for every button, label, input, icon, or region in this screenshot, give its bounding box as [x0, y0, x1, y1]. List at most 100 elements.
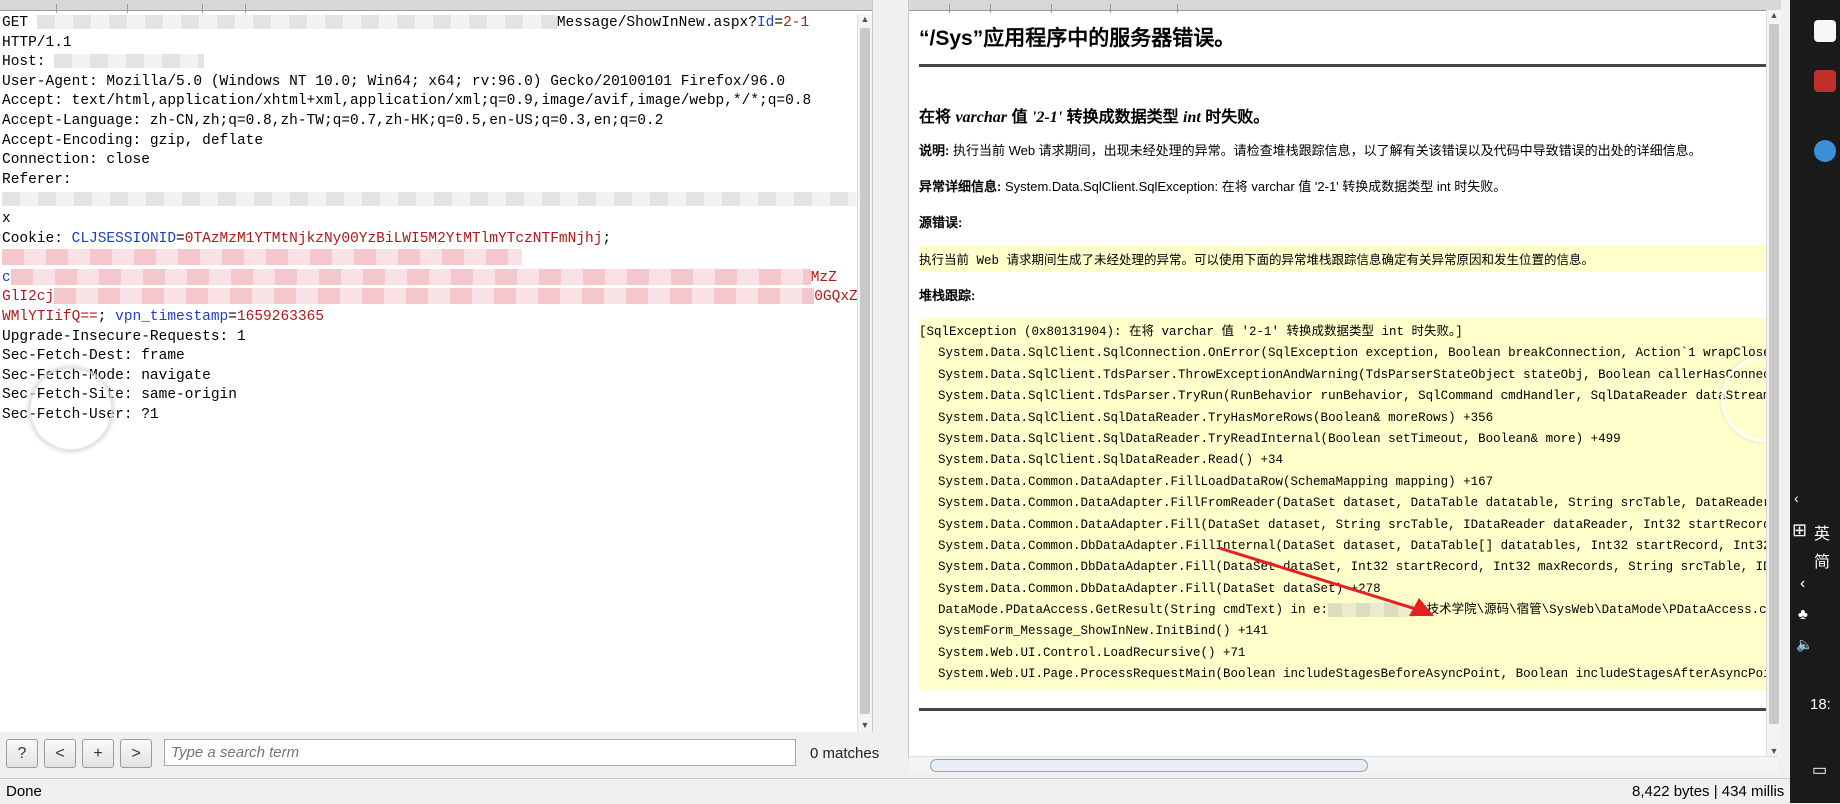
param-value: 0TAzMzM1YTMtNjkzNy00YzBiLWI5M2YtMTlmYTcz…: [184, 230, 603, 247]
search-bar: ? < + > 0 matches: [0, 736, 890, 774]
request-text: Message/ShowInNew.aspx?: [556, 15, 757, 31]
stack-trace-text: System.Data.Common.DataAdapter.FillLoadD…: [938, 474, 1494, 489]
ime-mode[interactable]: 简: [1814, 548, 1830, 572]
stack-trace-text: System.Web.UI.Page.ProcessRequestMain(Bo…: [938, 667, 1772, 682]
request-line[interactable]: GET Message/ShowInNew.aspx?Id=2-1: [2, 14, 862, 34]
request-text: Accept: text/html,application/xhtml+xml,…: [2, 93, 812, 110]
overlay-circle-decoration: [28, 366, 114, 452]
search-add-button[interactable]: +: [82, 739, 114, 768]
request-line[interactable]: WMlYTIifQ==; vpn_timestamp=1659263365: [2, 308, 862, 328]
request-scroll-thumb[interactable]: [860, 28, 870, 714]
request-line[interactable]: Accept-Language: zh-CN,zh;q=0.8,zh-TW;q=…: [2, 112, 862, 132]
scroll-down-arrow-icon[interactable]: ▼: [1767, 746, 1781, 756]
request-line[interactable]: Host:: [2, 53, 862, 73]
request-text: =: [176, 230, 185, 247]
request-line[interactable]: GlI2cj 0GQxZ: [2, 288, 862, 308]
exception-details-line: 异常详细信息: System.Data.SqlClient.SqlExcepti…: [919, 179, 1507, 194]
request-text: Sec-Fetch-Mode: navigate: [2, 367, 211, 384]
page-title: “/Sys”应用程序中的服务器错误。: [919, 27, 1236, 50]
request-line[interactable]: Upgrade-Insecure-Requests: 1: [2, 328, 862, 348]
app-icon-blue[interactable]: [1814, 140, 1836, 162]
response-size-and-time: 8,422 bytes | 434 millis: [1632, 783, 1785, 800]
request-panel: GET Message/ShowInNew.aspx?Id=2-1 HTTP/1.…: [0, 0, 873, 732]
stack-trace-line: System.Data.Common.DataAdapter.Fill(Data…: [919, 515, 1772, 536]
request-line[interactable]: Sec-Fetch-Dest: frame: [2, 347, 862, 367]
response-tab-strip[interactable]: [909, 0, 1781, 13]
request-tab-strip[interactable]: [0, 0, 872, 13]
source-error-label: 源错误:: [919, 215, 963, 230]
stack-trace-text: System.Data.SqlClient.SqlDataReader.Read…: [938, 453, 1284, 468]
stack-trace-text: [SqlException (0x80131904): 在将 varchar 值…: [919, 325, 1463, 339]
stack-trace-line: System.Data.SqlClient.SqlDataReader.TryR…: [919, 429, 1772, 450]
notification-icon[interactable]: ▭: [1812, 760, 1827, 780]
request-text: ;: [97, 308, 116, 325]
stack-trace-box: [SqlException (0x80131904): 在将 varchar 值…: [919, 318, 1772, 690]
redacted-cookie-value: [2, 249, 522, 266]
request-line[interactable]: Accept-Encoding: gzip, deflate: [2, 132, 862, 152]
qq-icon[interactable]: ♣: [1798, 606, 1808, 623]
param-value: MzZ: [810, 269, 837, 286]
request-vertical-scrollbar[interactable]: ▲ ▼: [857, 14, 872, 732]
source-error-box: 执行当前 Web 请求期间生成了未经处理的异常。可以使用下面的异常堆栈跟踪信息确…: [919, 245, 1772, 272]
request-text: Host:: [2, 54, 55, 71]
app-icon[interactable]: [1814, 20, 1836, 42]
ime-grid-icon[interactable]: ⊞: [1792, 520, 1807, 541]
stack-trace-label: 堆栈跟踪:: [919, 288, 976, 303]
request-line[interactable]: HTTP/1.1: [2, 34, 862, 54]
param-name: CL: [71, 230, 90, 247]
response-vertical-scrollbar[interactable]: ▲ ▼: [1766, 10, 1781, 758]
back-chevron-icon[interactable]: ‹: [1800, 575, 1805, 593]
stack-trace-line: System.Data.SqlClient.SqlDataReader.Read…: [919, 450, 1772, 471]
request-line[interactable]: Cookie: CLJSESSIONID=0TAzMzM1YTMtNjkzNy0…: [2, 230, 862, 250]
request-line[interactable]: Connection: close: [2, 151, 862, 171]
stack-trace-line: System.Data.SqlClient.TdsParser.ThrowExc…: [919, 365, 1772, 386]
request-text: HTTP/1.1: [2, 34, 72, 51]
stack-trace-line: System.Data.Common.DataAdapter.FillFromR…: [919, 493, 1772, 514]
stack-trace-line: System.Web.UI.Control.LoadRecursive() +7…: [919, 643, 1772, 664]
search-input[interactable]: [164, 739, 796, 766]
request-line[interactable]: Referer:: [2, 171, 862, 191]
stack-trace-line: System.Data.Common.DataAdapter.FillLoadD…: [919, 472, 1772, 493]
search-match-count: 0 matches: [810, 745, 880, 762]
stack-trace-text: System.Data.Common.DataAdapter.Fill(Data…: [938, 517, 1772, 532]
tray-expand-icon[interactable]: ‹: [1794, 490, 1799, 506]
request-text: x: [2, 210, 11, 227]
ime-language[interactable]: 英: [1814, 520, 1830, 544]
red-arrow-annotation: [1218, 546, 1434, 616]
status-bar: Done 8,422 bytes | 434 millis: [0, 778, 1800, 804]
status-text: Done: [6, 783, 42, 800]
scroll-down-arrow-icon[interactable]: ▼: [858, 720, 872, 730]
request-text: =: [228, 308, 237, 325]
search-previous-button[interactable]: <: [44, 739, 76, 768]
horizontal-scroll-thumb[interactable]: [930, 759, 1368, 772]
windows-taskbar: ‹ ⊞ 英 简 ‹ ♣ 🔈 18: ▭: [1790, 0, 1840, 803]
search-next-button[interactable]: >: [120, 739, 152, 768]
scroll-up-arrow-icon[interactable]: ▲: [1767, 10, 1781, 20]
request-text: Accept-Language: zh-CN,zh;q=0.8,zh-TW;q=…: [2, 112, 664, 129]
clock: 18:: [1810, 696, 1831, 713]
request-line[interactable]: x: [2, 210, 862, 230]
response-horizontal-scrollbar[interactable]: [910, 756, 1778, 773]
volume-icon[interactable]: 🔈: [1796, 636, 1813, 653]
request-line[interactable]: Accept: text/html,application/xhtml+xml,…: [2, 92, 862, 112]
redacted-cookie-value: [10, 268, 811, 285]
request-line[interactable]: [2, 249, 862, 269]
arrow-shaft: [1218, 546, 1420, 612]
request-line[interactable]: c MzZ: [2, 268, 862, 289]
app-icon-red[interactable]: [1814, 70, 1836, 92]
request-line[interactable]: Sec-Fetch-Site: same-origin: [2, 386, 862, 406]
request-line[interactable]: Sec-Fetch-User: ?1: [2, 406, 862, 426]
param-value: 2-1: [783, 15, 810, 31]
redacted-text: [36, 15, 557, 30]
response-scroll-thumb[interactable]: [1769, 24, 1779, 724]
request-text: Cookie:: [2, 230, 72, 247]
request-line[interactable]: Sec-Fetch-Mode: navigate: [2, 367, 862, 387]
request-line[interactable]: [2, 190, 862, 210]
scroll-up-arrow-icon[interactable]: ▲: [858, 14, 872, 24]
request-text-editor[interactable]: GET Message/ShowInNew.aspx?Id=2-1 HTTP/1.…: [2, 14, 862, 425]
help-button[interactable]: ?: [6, 739, 38, 768]
request-text: Accept-Encoding: gzip, deflate: [2, 132, 264, 149]
request-line[interactable]: User-Agent: Mozilla/5.0 (Windows NT 10.0…: [2, 73, 862, 93]
param-name: c: [2, 269, 11, 286]
request-text: Sec-Fetch-Dest: frame: [2, 348, 185, 365]
